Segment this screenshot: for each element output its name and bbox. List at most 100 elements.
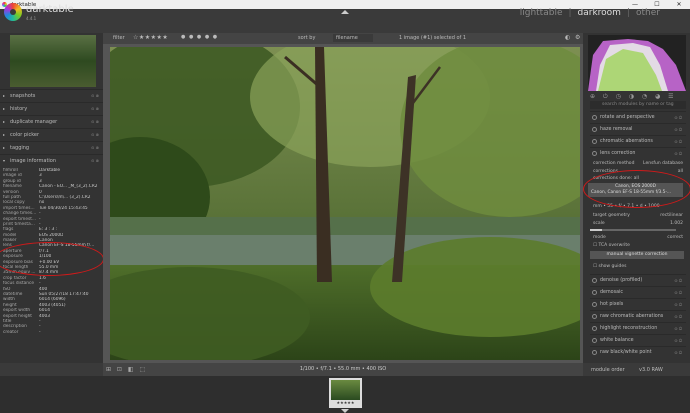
- module-power-icon[interactable]: [592, 301, 597, 307]
- module-label: demosaic: [600, 289, 624, 295]
- module-group-buttons[interactable]: ⊕ ⏻ ◷ ◑ ◔ ◕ ☰: [590, 93, 686, 101]
- row-value[interactable]: Lensfun database: [643, 161, 683, 168]
- module-image-information[interactable]: ▾ image information ⊙ ⊗: [0, 154, 103, 166]
- correction-method-row[interactable]: correction method Lensfun database: [590, 161, 686, 168]
- module-icons[interactable]: ⊙ ⏻: [674, 290, 682, 295]
- preferences-icon[interactable]: ⚙: [575, 34, 580, 41]
- module-snapshots[interactable]: ▸ snapshots ⊙ ⊗: [0, 89, 103, 101]
- module-power-icon[interactable]: [592, 150, 597, 156]
- module-power-icon[interactable]: [592, 349, 597, 355]
- module-icons[interactable]: ⊙ ⏻: [674, 338, 682, 343]
- scale-slider[interactable]: [590, 229, 676, 231]
- scale-row[interactable]: scale 1.002: [590, 221, 686, 228]
- module-hot-pixels[interactable]: hot pixels ⊙ ⏻: [590, 298, 686, 309]
- module-power-icon[interactable]: [592, 313, 597, 319]
- module-icons[interactable]: ⊙ ⊗: [91, 158, 99, 163]
- expand-arrow-icon: ▸: [3, 106, 6, 111]
- row-value[interactable]: 1.002: [670, 221, 683, 228]
- module-icons[interactable]: ⊙ ⏻: [674, 350, 682, 355]
- left-panel-footer: [0, 363, 103, 376]
- tca-checkbox[interactable]: ☐ TCA overwrite: [593, 243, 630, 250]
- module-lens-correction[interactable]: lens correction ⊙ ⏻: [590, 147, 686, 158]
- sort-field-select[interactable]: filename: [333, 34, 373, 42]
- view-darkroom[interactable]: darkroom: [578, 8, 621, 18]
- module-icons[interactable]: ⊙ ⏻: [674, 326, 682, 331]
- show-guides-label: show guides: [598, 264, 627, 269]
- module-icons[interactable]: ⊙ ⊗: [91, 145, 99, 150]
- module-icons[interactable]: ⊙ ⊗: [91, 119, 99, 124]
- view-separator: |: [626, 8, 631, 18]
- module-icons[interactable]: ⊙ ⏻: [674, 278, 682, 283]
- exif-status-line: 1/100 • f/7.1 • 55.0 mm • 400 ISO: [299, 366, 387, 372]
- park-photo: [110, 47, 580, 360]
- module-history[interactable]: ▸ history ⊙ ⊗: [0, 102, 103, 114]
- module-icons[interactable]: ⊙ ⊗: [91, 93, 99, 98]
- module-icons[interactable]: ⊙ ⊗: [91, 132, 99, 137]
- module-label: tagging: [10, 144, 30, 151]
- module-power-icon[interactable]: [592, 138, 597, 144]
- info-value: Darktable: [39, 168, 61, 173]
- module-raw-chromatic-aberrations[interactable]: raw chromatic aberrations ⊙ ⏻: [590, 310, 686, 321]
- module-power-icon[interactable]: [592, 114, 597, 120]
- histogram[interactable]: [588, 35, 686, 91]
- module-highlight-reconstruction[interactable]: highlight reconstruction ⊙ ⏻: [590, 322, 686, 333]
- close-button[interactable]: ✕: [668, 0, 690, 9]
- manual-vignette-button[interactable]: manual vignette correction: [590, 251, 684, 259]
- module-icons[interactable]: ⊙ ⏻: [674, 115, 682, 120]
- module-label: haze removal: [600, 126, 633, 132]
- module-haze-removal[interactable]: haze removal ⊙ ⏻: [590, 123, 686, 134]
- module-power-icon[interactable]: [592, 325, 597, 331]
- filmstrip-thumbnail[interactable]: ★★★★★: [329, 378, 362, 408]
- module-icons[interactable]: ⊙ ⏻: [674, 302, 682, 307]
- collapse-bottom-panel-icon[interactable]: [341, 409, 349, 413]
- module-icons[interactable]: ⊙ ⏻: [674, 139, 682, 144]
- overlay-icon[interactable]: ◐: [565, 34, 570, 41]
- row-value[interactable]: correct: [667, 235, 683, 242]
- tca-label: TCA overwrite: [598, 243, 630, 248]
- mode-row[interactable]: mode correct: [590, 235, 686, 242]
- color-label-filter[interactable]: ● ● ● ● ●: [181, 34, 218, 40]
- module-power-icon[interactable]: [592, 126, 597, 132]
- module-rotate-perspective[interactable]: rotate and perspective ⊙ ⏻: [590, 111, 686, 122]
- module-tagging[interactable]: ▸ tagging ⊙ ⊗: [0, 141, 103, 153]
- collapse-top-panel-icon[interactable]: [341, 10, 349, 14]
- module-label: raw black/white point: [600, 349, 652, 355]
- tca-overwrite-row[interactable]: ☐ TCA overwrite: [590, 243, 686, 250]
- module-power-icon[interactable]: [592, 337, 597, 343]
- module-icons[interactable]: ⊙ ⏻: [674, 314, 682, 319]
- module-chromatic-aberrations[interactable]: chromatic aberrations ⊙ ⏻: [590, 135, 686, 146]
- target-geometry-row[interactable]: target geometry rectilinear: [590, 213, 686, 220]
- annotation-oval-right: [583, 170, 690, 208]
- module-power-icon[interactable]: [592, 289, 597, 295]
- row-value[interactable]: rectilinear: [660, 213, 683, 220]
- module-order-label: module order: [591, 367, 625, 373]
- search-modules-input[interactable]: search modules by name or tag: [590, 101, 686, 109]
- rating-filter[interactable]: ☆★★★★★: [133, 34, 168, 41]
- row-value[interactable]: all: [678, 169, 683, 176]
- show-guides-row[interactable]: ☐ show guides: [590, 264, 686, 271]
- row-label: correction method: [593, 161, 635, 166]
- module-order-value[interactable]: v3.0 RAW: [639, 367, 663, 373]
- expand-arrow-icon: ▸: [3, 93, 6, 98]
- module-demosaic[interactable]: demosaic ⊙ ⏻: [590, 286, 686, 297]
- show-guides-checkbox[interactable]: ☐ show guides: [593, 264, 626, 271]
- module-denoise-profiled[interactable]: denoise (profiled) ⊙ ⏻: [590, 274, 686, 285]
- bottom-toolbar-icons[interactable]: ⊞ ⊡ ◧ ⬚: [106, 366, 147, 373]
- module-icons[interactable]: ⊙ ⏻: [674, 127, 682, 132]
- module-icons[interactable]: ⊙ ⏻: [674, 151, 682, 156]
- module-color-picker[interactable]: ▸ color picker ⊙ ⊗: [0, 128, 103, 140]
- image-count: 1 image (#1) selected of 1: [399, 35, 467, 41]
- module-raw-black-white-point[interactable]: raw black/white point ⊙ ⏻: [590, 346, 686, 357]
- module-icons[interactable]: ⊙ ⊗: [91, 106, 99, 111]
- navigation-preview[interactable]: [10, 35, 96, 87]
- thumbnail-stars[interactable]: ★★★★★: [331, 400, 360, 405]
- info-key: creator: [3, 329, 19, 335]
- module-duplicate-manager[interactable]: ▸ duplicate manager ⊙ ⊗: [0, 115, 103, 127]
- view-lighttable[interactable]: lighttable: [520, 8, 563, 18]
- module-power-icon[interactable]: [592, 277, 597, 283]
- collapse-arrow-icon: ▾: [3, 158, 6, 163]
- main-image[interactable]: [110, 47, 580, 360]
- view-other[interactable]: other: [636, 8, 660, 18]
- module-white-balance[interactable]: white balance ⊙ ⏻: [590, 334, 686, 345]
- module-label: denoise (profiled): [600, 277, 643, 283]
